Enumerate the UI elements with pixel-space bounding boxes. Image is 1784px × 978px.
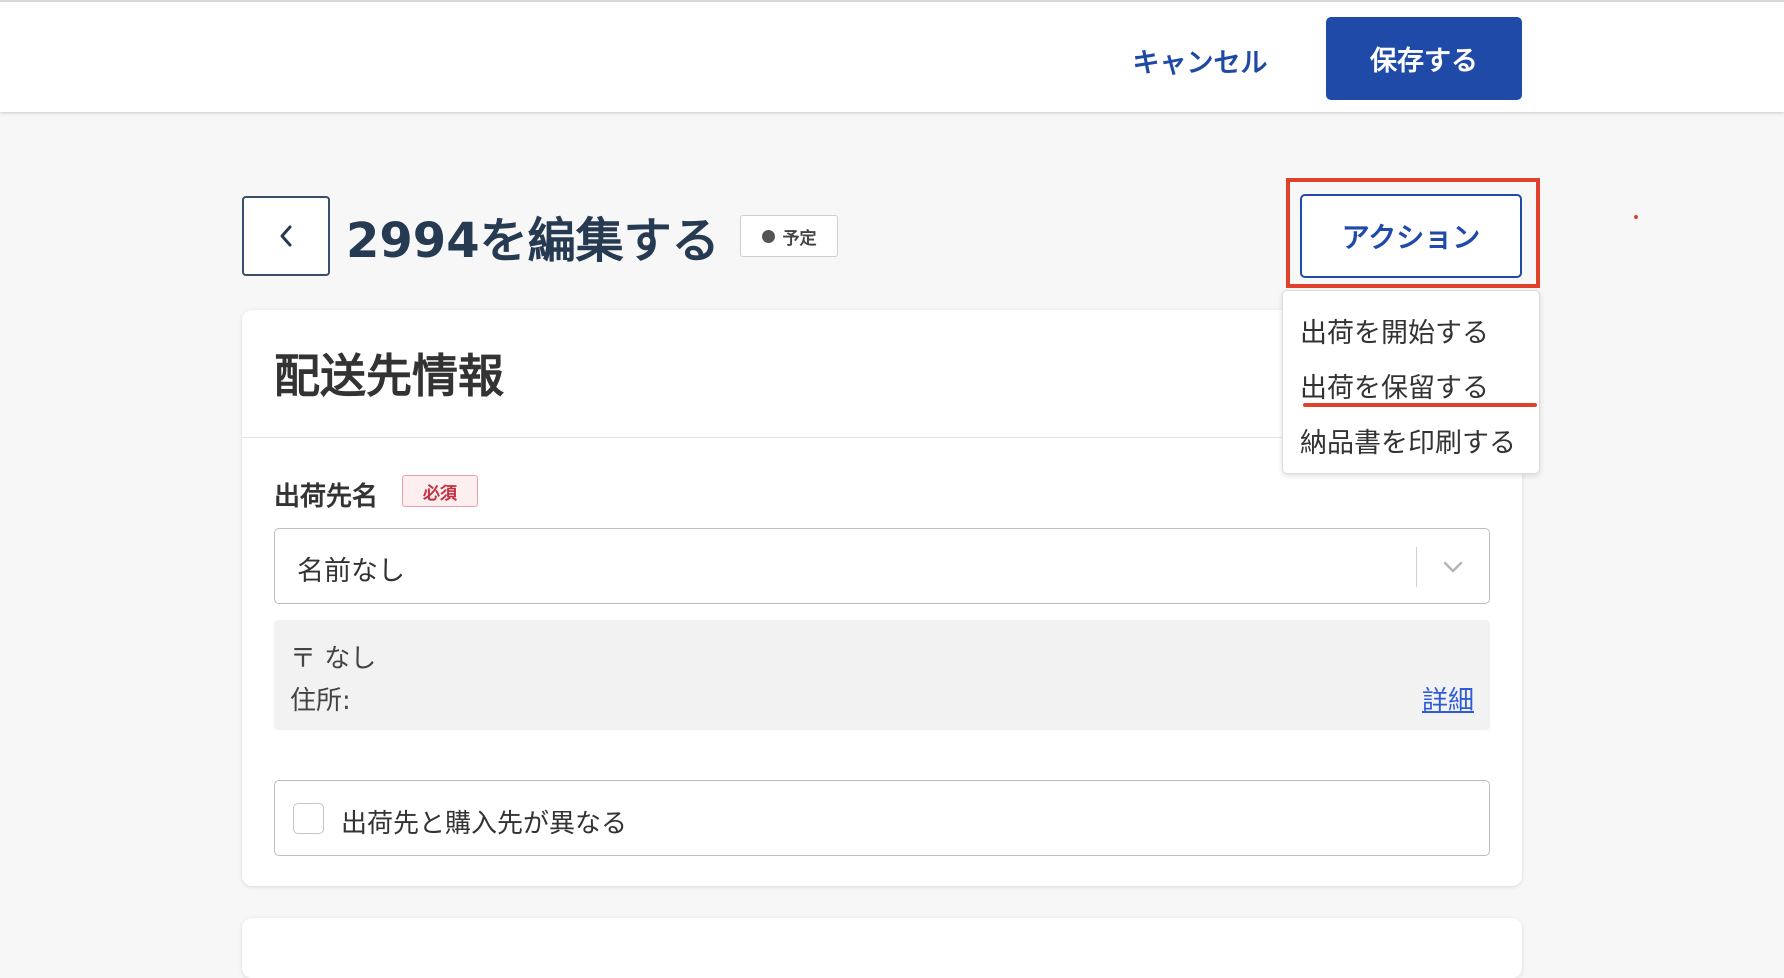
save-button[interactable]: 保存する xyxy=(1326,17,1522,100)
next-section-card xyxy=(242,918,1522,978)
status-label: 予定 xyxy=(782,228,817,249)
status-dot-icon xyxy=(761,229,775,243)
card-title: 配送先情報 xyxy=(274,349,504,403)
address-text: 住所: xyxy=(290,686,351,716)
ship-to-name-label: 出荷先名 xyxy=(274,482,379,512)
required-badge: 必須 xyxy=(402,475,478,507)
select-value: 名前なし xyxy=(297,556,405,587)
annotation-underline xyxy=(1303,403,1537,407)
menu-item-start-shipping[interactable]: 出荷を開始する xyxy=(1300,311,1489,350)
different-buyer-label: 出荷先と購入先が異なる xyxy=(341,809,628,839)
different-buyer-checkbox[interactable] xyxy=(293,803,324,834)
chevron-left-icon xyxy=(280,225,292,247)
select-separator xyxy=(1416,547,1417,587)
page-title: 2994を編集する xyxy=(346,213,720,269)
chevron-down-icon xyxy=(1443,561,1463,573)
action-menu-button[interactable]: アクション xyxy=(1300,194,1522,278)
ship-to-name-select[interactable]: 名前なし xyxy=(274,528,1490,604)
top-action-bar: キャンセル 保存する xyxy=(0,0,1784,112)
action-dropdown-menu: 出荷を開始する 出荷を保留する 納品書を印刷する xyxy=(1282,290,1540,474)
back-button[interactable] xyxy=(242,196,330,276)
status-badge: 予定 xyxy=(740,215,838,257)
annotation-dot xyxy=(1634,215,1638,219)
postal-code-text: 〒 なし xyxy=(290,644,377,674)
address-summary: 〒 なし 住所: 詳細 xyxy=(274,620,1490,730)
menu-item-print-delivery-note[interactable]: 納品書を印刷する xyxy=(1300,421,1516,460)
different-buyer-option[interactable]: 出荷先と購入先が異なる xyxy=(274,780,1490,856)
cancel-button[interactable]: キャンセル xyxy=(1110,22,1290,98)
detail-link[interactable]: 詳細 xyxy=(1422,680,1474,717)
menu-item-hold-shipping[interactable]: 出荷を保留する xyxy=(1300,366,1489,405)
